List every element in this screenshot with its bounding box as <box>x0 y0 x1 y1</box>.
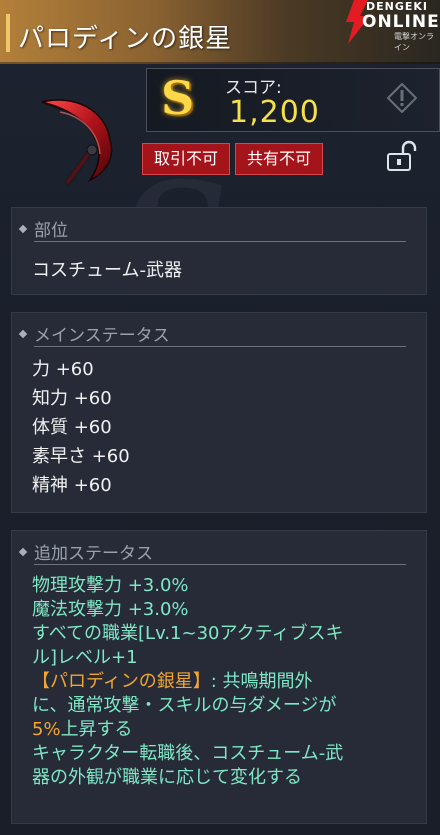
extra-effect-line-3: 5%上昇する <box>32 719 133 740</box>
slot-value: コスチューム-武器 <box>32 260 182 281</box>
extra-physical-attack: 物理攻撃力 +3.0% <box>32 575 189 596</box>
percent-highlight: 5% <box>32 719 61 740</box>
main-status-header: メインステータス <box>18 321 170 346</box>
extra-effect-line-2: に、通常攻撃・スキルの与ダメージが <box>32 695 337 716</box>
unlock-icon[interactable] <box>386 140 420 172</box>
item-tooltip: S A B 確率 1.6% 確率 9.6% 確率 88.8% パロディンの銀星 … <box>0 0 440 835</box>
extra-skill-level-line-2: ル]レベル+1 <box>32 647 138 668</box>
logo-sub-text: 電撃オンライン <box>394 32 434 52</box>
unshareable-badge: 共有不可 <box>235 143 323 175</box>
title-accent <box>6 14 10 52</box>
divider <box>34 346 406 347</box>
extra-magic-attack: 魔法攻撃力 +3.0% <box>32 599 189 620</box>
stat-spirit: 精神 +60 <box>32 475 112 496</box>
slot-section: 部位 コスチューム-武器 <box>11 207 427 295</box>
main-status-list: 力 +60 知力 +60 体質 +60 素早さ +60 精神 +60 <box>32 355 130 500</box>
logo-main-text: ONLINE <box>362 12 440 32</box>
extra-appearance-line-1: キャラクター転職後、コスチューム-武 <box>32 743 344 764</box>
diamond-bullet-icon <box>18 224 28 234</box>
stat-strength: 力 +60 <box>32 359 94 380</box>
extra-status-section: 追加ステータス 物理攻撃力 +3.0% 魔法攻撃力 +3.0% すべての職業[L… <box>11 530 427 824</box>
extra-appearance-line-2: 器の外観が職業に応じて変化する <box>32 767 302 788</box>
site-logo: DENGEKI ONLINE 電撃オンライン <box>332 0 440 52</box>
stat-agility: 素早さ +60 <box>32 446 130 467</box>
extra-status-list: 物理攻撃力 +3.0% 魔法攻撃力 +3.0% すべての職業[Lv.1~30アク… <box>32 574 418 790</box>
diamond-bullet-icon <box>18 329 28 339</box>
divider <box>34 564 406 565</box>
extra-skill-level-line-1: すべての職業[Lv.1~30アクティブスキ <box>32 623 344 644</box>
scythe-icon <box>41 99 113 186</box>
item-title: パロディンの銀星 <box>18 24 233 54</box>
main-status-section: メインステータス 力 +60 知力 +60 体質 +60 素早さ +60 精神 … <box>11 312 427 513</box>
untradeable-badge: 取引不可 <box>142 143 230 175</box>
extra-effect-line-1: 【パロディンの銀星】: 共鳴期間外 <box>32 671 313 692</box>
score-panel: S スコア: 1,200 <box>146 68 440 132</box>
divider <box>34 241 406 242</box>
slot-header: 部位 <box>18 216 68 241</box>
item-name-highlight: 【パロディンの銀星】 <box>32 671 211 692</box>
score-value: 1,200 <box>229 95 320 130</box>
stat-vitality: 体質 +60 <box>32 417 112 438</box>
stat-intelligence: 知力 +60 <box>32 388 112 409</box>
extra-status-header: 追加ステータス <box>18 539 153 564</box>
diamond-bullet-icon <box>18 547 28 557</box>
warning-icon <box>387 83 417 113</box>
rank-badge: S <box>161 71 195 125</box>
